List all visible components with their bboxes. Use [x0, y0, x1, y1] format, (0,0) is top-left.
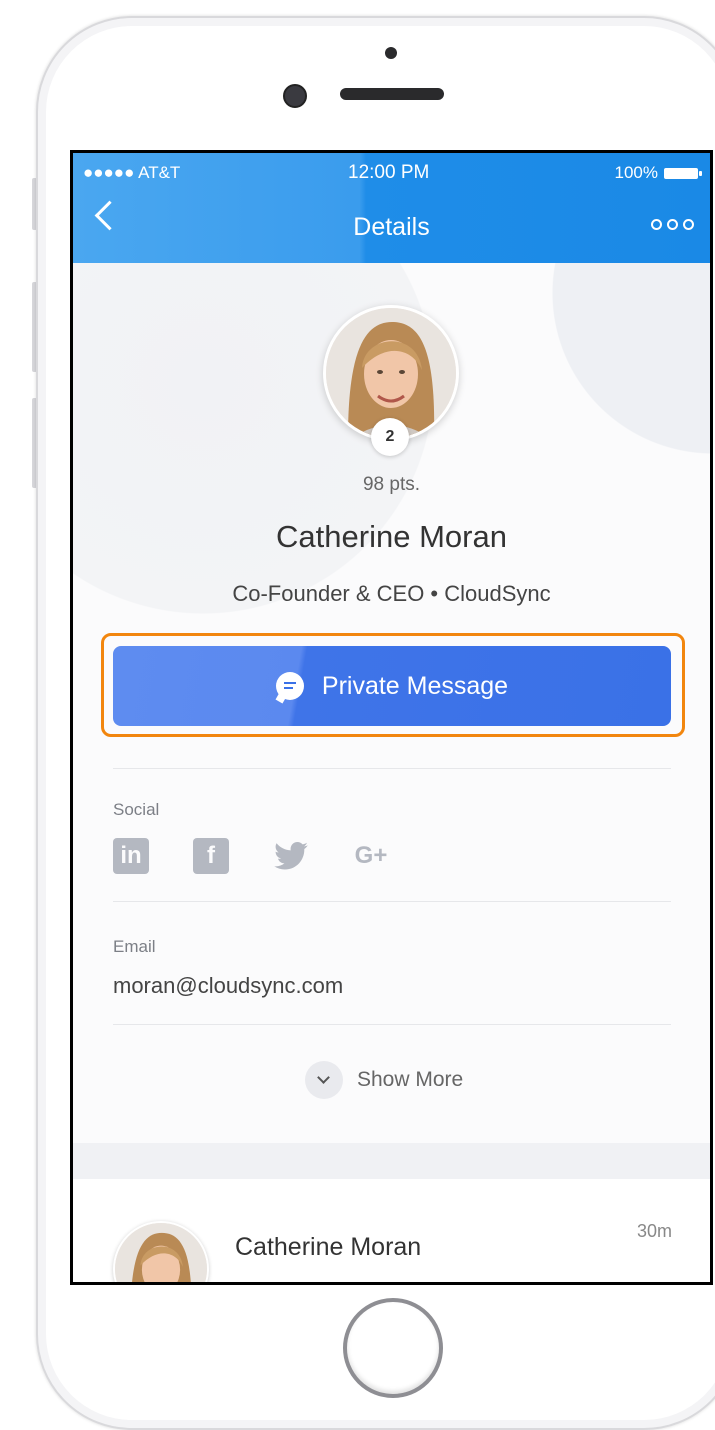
- status-time: 12:00 PM: [348, 162, 430, 183]
- linkedin-icon[interactable]: in: [113, 838, 149, 874]
- private-message-label: Private Message: [321, 671, 509, 700]
- front-camera: [283, 84, 307, 108]
- more-options-icon[interactable]: [651, 219, 694, 230]
- profile-role: Co-Founder & CEO • CloudSync: [232, 581, 551, 606]
- email-label: Email: [113, 937, 156, 956]
- carrier-label: ●●●●● AT&T: [83, 163, 181, 182]
- divider: [113, 768, 671, 769]
- points-label: 98 pts.: [362, 474, 421, 495]
- social-icons: in f G+: [113, 838, 389, 874]
- feed-timestamp: 30m: [636, 1221, 672, 1241]
- profile-content: 2 98 pts. Catherine Moran Co-Founder & C…: [73, 263, 710, 1282]
- feed-avatar: [113, 1221, 209, 1282]
- section-separator: [73, 1143, 710, 1179]
- divider: [113, 901, 671, 902]
- feed-author: Catherine Moran: [235, 1233, 422, 1261]
- list-item[interactable]: Catherine Moran 30m: [73, 1179, 710, 1282]
- page-title: Details: [353, 213, 430, 241]
- profile-name: Catherine Moran: [276, 519, 507, 554]
- home-button[interactable]: [343, 1298, 443, 1398]
- proximity-sensor: [385, 47, 397, 59]
- private-message-button[interactable]: Private Message: [113, 646, 671, 726]
- email-value[interactable]: moran@cloudsync.com: [113, 973, 343, 999]
- facebook-icon[interactable]: f: [193, 838, 229, 874]
- earpiece-speaker: [340, 88, 444, 100]
- battery-status: 100%: [614, 163, 702, 183]
- chat-bubble-icon: [275, 672, 304, 700]
- chevron-down-icon: [305, 1061, 343, 1099]
- social-label: Social: [113, 800, 160, 819]
- rank-badge: 2: [371, 418, 409, 456]
- show-more-label: Show More: [357, 1068, 464, 1091]
- battery-percent: 100%: [614, 163, 658, 182]
- show-more-button[interactable]: Show More: [305, 1061, 463, 1099]
- twitter-icon[interactable]: [273, 838, 309, 874]
- divider: [113, 1024, 671, 1025]
- battery-icon: [664, 167, 702, 179]
- phone-screen: ●●●●● AT&T 12:00 PM 100% Details 2 98 pt…: [70, 150, 713, 1285]
- google-plus-icon[interactable]: G+: [353, 838, 389, 874]
- top-bar: ●●●●● AT&T 12:00 PM 100% Details: [73, 153, 710, 263]
